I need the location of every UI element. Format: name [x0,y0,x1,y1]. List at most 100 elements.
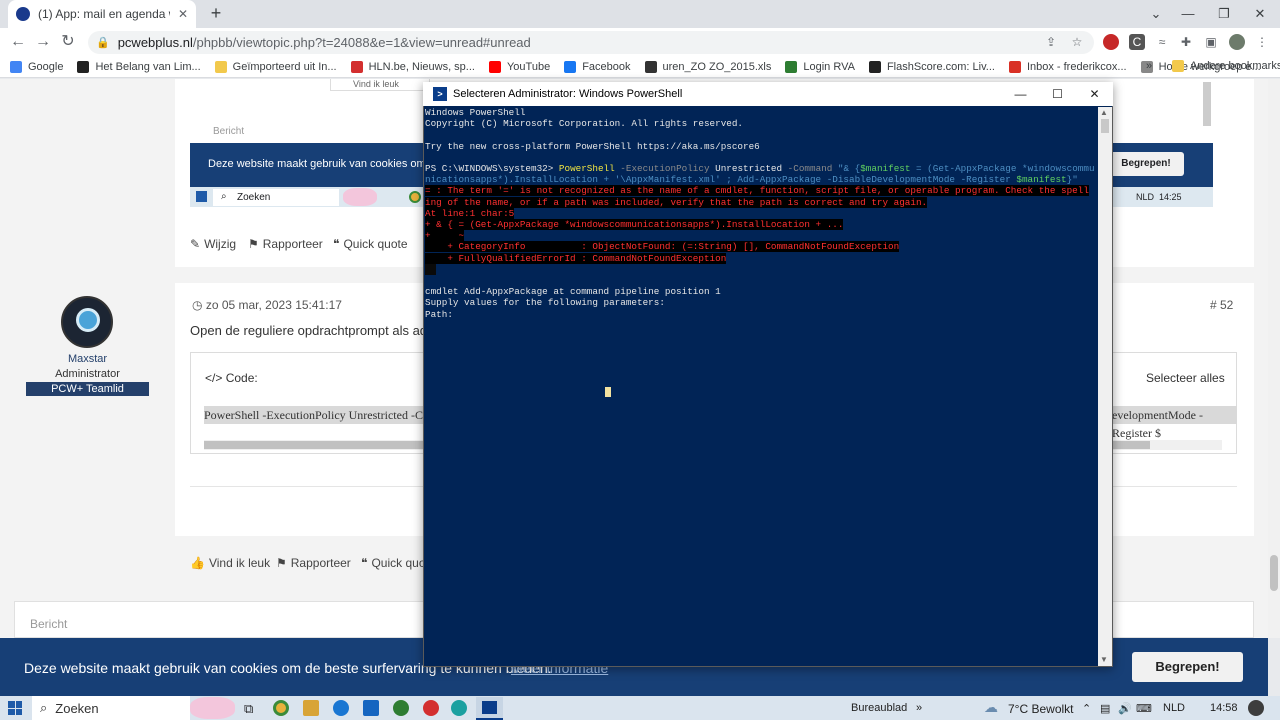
thumbs-up-icon: 👍 [190,556,205,570]
console-selection [425,263,437,275]
reload-icon[interactable]: ↻ [58,32,78,52]
console-cmd-param: -ExecutionPolicy [614,163,716,175]
embedded-like-button: Vind ik leuk [330,79,430,91]
bookmark-label: Inbox - frederikcox... [1026,61,1127,73]
profile-avatar[interactable] [1229,34,1245,50]
bookmarks-more-icon[interactable]: » [1146,60,1152,72]
console-line: Copyright (C) Microsoft Corporation. All… [425,118,744,130]
keyboard-icon[interactable]: ⌨ [1136,702,1152,715]
bookmark-item[interactable]: HLN.be, Nieuws, sp... [350,61,475,73]
tab-close-icon[interactable]: ✕ [178,7,188,21]
new-tab-button[interactable]: + [206,3,226,23]
embedded-blossom-icon [343,188,377,206]
console-cmd-value: Unrestricted [715,163,783,175]
volume-icon[interactable]: 🔊 [1118,702,1132,715]
console-error-line: + CategoryInfo : ObjectNotFound: (=:Stri… [425,241,1097,253]
mail-icon[interactable] [363,700,379,716]
task-view-icon[interactable]: ⧉ [244,701,253,717]
report-button[interactable]: ⚑ Rapporteer [248,237,323,251]
bookmark-item[interactable]: YouTube [488,61,551,73]
url-host: pcwebplus.nl [117,35,193,50]
bookmark-item[interactable]: uren_ZO ZO_2015.xls [644,61,771,73]
opera-icon[interactable] [423,700,439,716]
weather-text[interactable]: 7°C Bewolkt [1008,702,1074,716]
embedded-windows-icon [196,191,207,202]
quick-quote-button-bottom[interactable]: ❝ Quick quo [361,556,426,570]
chevron-up-icon[interactable]: ⌃ [1082,702,1091,715]
bookmark-item[interactable]: Het Belang van Lim... [77,61,201,73]
star-icon[interactable]: ☆ [1069,34,1085,50]
console-cmd-string: = (Get-AppxPackage *windowscommu [910,163,1095,175]
back-arrow-icon[interactable]: ← [8,32,28,52]
like-button[interactable]: 👍 Vind ik leuk [190,556,270,570]
close-window-button[interactable]: ✕ [1237,0,1280,28]
sidebar-icon[interactable]: ▣ [1203,34,1219,50]
cookie-accept-button[interactable]: Begrepen! [1132,652,1243,682]
powershell-scrollbar[interactable] [1098,107,1112,666]
browser-tab[interactable]: (1) App: mail en agenda windows ✕ [8,0,196,28]
extension-icon[interactable]: ≈ [1154,34,1170,50]
clock-time[interactable]: 14:58 [1210,702,1238,714]
console-line: Supply values for the following paramete… [425,297,665,309]
report-label: Rapporteer [290,556,351,570]
bookmark-item[interactable]: Geïmporteerd uit In... [214,61,337,73]
settings-icon[interactable] [333,700,349,716]
powershell-scrollbar-thumb[interactable] [1101,119,1109,133]
ps-maximize-button[interactable]: ☐ [1039,82,1076,106]
bookmark-label: YouTube [506,61,551,73]
puzzle-icon[interactable]: ✚ [1178,34,1194,50]
console-command-line: nicationsapps*).InstallLocation + '\Appx… [425,174,1097,185]
console-blank [425,152,1097,163]
post-number[interactable]: # 52 [1210,298,1233,312]
chrome-icon[interactable] [273,700,289,716]
forward-arrow-icon[interactable]: → [33,32,53,52]
select-all-link[interactable]: Selecteer alles [1146,371,1225,385]
powershell-console[interactable]: Windows PowerShell Copyright (C) Microsof… [425,107,1097,665]
search-icon: ⌕ [40,700,48,715]
bookmark-item[interactable]: Inbox - frederikcox... [1008,61,1127,73]
app-icon[interactable] [393,700,409,716]
console-blank [425,275,1097,286]
code-icon: </> [205,371,226,385]
desktop-label[interactable]: Bureaublad [851,702,907,714]
taskbar-search[interactable]: ⌕ Zoeken [32,696,190,720]
edit-button[interactable]: ✎ Wijzig [190,237,236,251]
network-icon[interactable]: ▤ [1100,702,1110,715]
page-scrollbar-thumb[interactable] [1270,555,1278,591]
adblock-extension-icon[interactable] [1103,34,1119,50]
bookmark-label: Geïmporteerd uit In... [232,61,337,73]
ps-close-button[interactable]: ✕ [1076,82,1113,106]
bookmark-item[interactable]: Google [10,61,63,73]
scroll-down-arrow-icon[interactable]: ▼ [1100,655,1108,664]
magnifier-icon [76,308,100,332]
author-name[interactable]: Maxstar [0,353,175,365]
site-favicon-icon [16,7,30,21]
console-command-line: PS C:\WINDOWS\system32> PowerShell -Exec… [425,163,1097,174]
language-indicator[interactable]: NLD [1163,702,1185,714]
notification-icon[interactable] [1248,700,1264,716]
menu-icon[interactable]: ⋮ [1254,34,1270,50]
like-label: Vind ik leuk [208,556,271,570]
report-button-bottom[interactable]: ⚑ Rapporteer [276,556,351,570]
powershell-titlebar[interactable]: > Selecteren Administrator: Windows Powe… [423,82,1113,106]
bookmark-item[interactable]: Facebook [564,61,631,73]
bookmark-item[interactable]: Login RVA [785,61,855,73]
console-prompt: PS C:\WINDOWS\system32> [425,163,559,175]
file-explorer-icon[interactable] [303,700,319,716]
flag-icon: ⚑ [276,556,287,570]
bookmark-item[interactable]: FlashScore.com: Liv... [868,61,995,73]
avatar[interactable] [61,296,113,348]
ps-minimize-button[interactable]: — [1002,82,1039,106]
chevron-right-icon[interactable]: » [916,702,922,714]
quick-quote-button[interactable]: ❝ Quick quote [333,237,408,251]
address-bar[interactable]: 🔒 pcwebplus.nl/phpbb/viewtopic.php?t=240… [88,31,1094,54]
quote-icon: ❝ [333,237,340,251]
console-blank [425,129,1097,140]
windows-start-icon[interactable] [8,701,22,715]
extension-c-icon[interactable]: C [1129,34,1145,50]
scroll-up-arrow-icon[interactable]: ▲ [1100,108,1108,117]
share-icon[interactable]: ⇪ [1043,34,1059,50]
edge-icon[interactable] [451,700,467,716]
start-tile [8,701,15,708]
other-bookmarks[interactable]: Andere bookmarks [1172,60,1280,72]
